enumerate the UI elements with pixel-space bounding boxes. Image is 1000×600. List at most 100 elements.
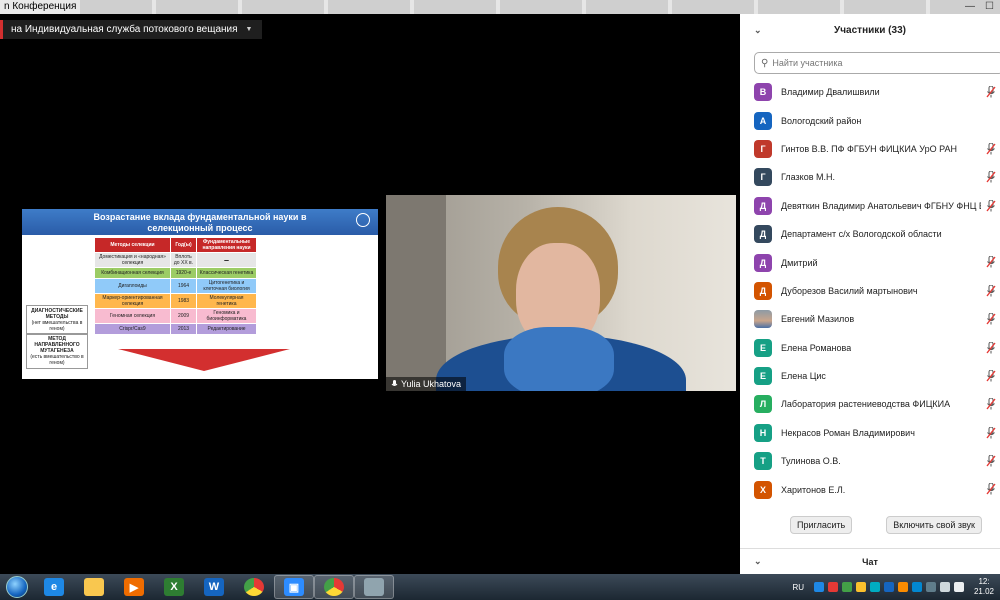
tray-app-icon[interactable] <box>926 582 936 592</box>
participants-panel: ⌄ Участники (33) ⚲ В Владимир Двалишвили А… <box>740 14 1000 574</box>
tray-app-icon[interactable] <box>856 582 866 592</box>
tray-app-icon[interactable] <box>814 582 824 592</box>
participant-search[interactable]: ⚲ <box>754 52 1000 74</box>
participant-row[interactable]: Д Департамент с/х Вологодской области <box>740 220 1000 248</box>
mutagenesis-method-box: МЕТОД НАПРАВЛЕННОГО МУТАГЕНЕЗА (есть вме… <box>26 333 88 369</box>
avatar: В <box>754 83 772 102</box>
mic-muted-icon[interactable] <box>986 284 996 297</box>
slide-table: Методы селекции Год(ы) Фундаментальные н… <box>94 237 257 335</box>
chat-header[interactable]: ⌄ Чат <box>740 548 1000 574</box>
taskbar-zoom[interactable]: ▣ <box>274 575 314 599</box>
mic-muted-icon[interactable] <box>986 483 996 495</box>
mic-muted-icon[interactable] <box>986 199 996 212</box>
taskbar-word[interactable]: W <box>194 575 234 599</box>
screen-share-toolbar[interactable]: на Индивидуальная служба потокового веща… <box>0 20 263 39</box>
mic-muted-icon[interactable] <box>986 341 996 354</box>
avatar: Д <box>754 225 772 244</box>
language-indicator[interactable]: RU <box>792 583 804 592</box>
participant-name: Департамент с/х Вологодской области <box>781 229 942 240</box>
participant-row[interactable]: Г Гинтов В.В. ПФ ФГБУН ФИЦКИА УрО РАН <box>740 135 1000 163</box>
chevron-down-icon[interactable]: ▼ <box>246 20 253 39</box>
taskbar-chrome-2[interactable] <box>314 575 354 599</box>
clock[interactable]: 12: 21.02 <box>972 577 996 597</box>
mic-muted-icon[interactable] <box>986 313 996 325</box>
windows-logo-icon <box>6 576 28 598</box>
taskbar-excel[interactable]: X <box>154 575 194 599</box>
speaker-icon[interactable] <box>940 582 950 592</box>
table-header-row: Методы селекции Год(ы) Фундаментальные н… <box>94 237 257 253</box>
media-player-icon: ▶ <box>124 578 144 596</box>
participant-row[interactable]: Д Девяткин Владимир Анатольевич ФГБНУ ФНЦ… <box>740 192 1000 220</box>
taskbar-window[interactable] <box>354 575 394 599</box>
participant-row[interactable]: Н Некрасов Роман Владимирович <box>740 419 1000 447</box>
start-button[interactable] <box>0 574 34 600</box>
mic-muted-icon[interactable] <box>986 142 996 155</box>
avatar: Д <box>754 196 772 215</box>
chevron-down-icon[interactable]: ⌄ <box>754 556 762 567</box>
table-cell: Классическая генетика <box>196 267 257 279</box>
participant-name: Евгений Мазилов <box>781 314 855 325</box>
participant-row[interactable]: Х Харитонов Е.Л. <box>740 475 1000 503</box>
participant-row[interactable]: Д Дмитрий <box>740 248 1000 276</box>
participant-row[interactable]: А Вологодский район <box>740 106 1000 134</box>
participant-name: Владимир Двалишвили <box>781 87 880 98</box>
table-cell: 1920-е <box>170 267 197 279</box>
mic-muted-icon[interactable] <box>986 455 996 467</box>
table-cell: Геномная селекция <box>94 308 171 324</box>
zoom-icon: ▣ <box>284 578 304 596</box>
taskbar-ie[interactable]: e <box>34 575 74 599</box>
participant-name: Харитонов Е.Л. <box>781 484 846 495</box>
mic-muted-icon[interactable] <box>986 171 996 183</box>
taskbar-media[interactable]: ▶ <box>114 575 154 599</box>
mic-muted-icon[interactable] <box>986 369 996 382</box>
tray-app-icon[interactable] <box>828 582 838 592</box>
mic-muted-icon[interactable] <box>986 86 996 98</box>
tray-app-icon[interactable] <box>884 582 894 592</box>
participant-video[interactable]: Yulia Ukhatova <box>386 195 736 391</box>
taskbar-explorer[interactable] <box>74 575 114 599</box>
mic-muted-icon[interactable] <box>986 256 996 268</box>
participant-name: Елена Цис <box>781 371 826 382</box>
tray-app-icon[interactable] <box>870 582 880 592</box>
minimize-icon[interactable]: — <box>965 0 975 14</box>
chevron-down-icon[interactable]: ⌄ <box>754 25 762 36</box>
video-participant-name: Yulia Ukhatova <box>401 379 462 389</box>
avatar: Г <box>754 139 772 158</box>
participants-title: Участники (33) <box>834 24 906 36</box>
participant-row[interactable]: Г Глазков М.Н. <box>740 163 1000 191</box>
down-arrow-shape <box>118 349 290 371</box>
participant-row[interactable]: Л Лаборатория растениеводства ФИЦКИА <box>740 390 1000 418</box>
avatar <box>754 310 772 329</box>
video-name-tag: Yulia Ukhatova <box>386 377 467 391</box>
table-cell: Дигаплоиды <box>94 278 171 294</box>
box-note: (нет вмешательства в геном) <box>31 320 83 332</box>
taskbar-chrome[interactable] <box>234 575 274 599</box>
box-note: (есть вмешательство в геном) <box>30 354 84 366</box>
flag-icon[interactable] <box>954 582 964 592</box>
participant-name: Девяткин Владимир Анатольевич ФГБНУ ФНЦ … <box>781 200 981 211</box>
participant-row[interactable]: В Владимир Двалишвили <box>740 78 1000 106</box>
table-cell: Доместикация и «народная» селекция <box>94 252 171 268</box>
participant-row[interactable]: Е Елена Цис <box>740 362 1000 390</box>
participant-row[interactable]: Д Дуборезов Василий мартынович <box>740 277 1000 305</box>
mic-muted-icon[interactable] <box>986 426 996 439</box>
table-header-cell: Год(ы) <box>170 237 197 253</box>
participant-name: Глазков М.Н. <box>781 172 835 183</box>
participant-row[interactable]: Е Елена Романова <box>740 334 1000 362</box>
participant-row[interactable]: Евгений Мазилов <box>740 305 1000 333</box>
table-cell: Цитогенетика и клеточная биология <box>196 278 257 294</box>
maximize-icon[interactable]: ☐ <box>985 0 994 14</box>
system-tray: RU 12: 21.02 <box>792 574 1000 600</box>
invite-button[interactable]: Пригласить <box>790 516 853 534</box>
browser-tabs[interactable] <box>70 0 1000 14</box>
video-background <box>386 195 446 391</box>
tray-app-icon[interactable] <box>842 582 852 592</box>
participant-list: В Владимир Двалишвили А Вологодский район Г Г… <box>740 78 1000 504</box>
unmute-self-button[interactable]: Включить свой звук <box>886 516 982 534</box>
participant-search-input[interactable] <box>772 58 993 68</box>
diagnostic-methods-box: ДИАГНОСТИЧЕСКИЕ МЕТОДЫ (нет вмешательств… <box>26 305 88 335</box>
tray-app-icon[interactable] <box>898 582 908 592</box>
tray-app-icon[interactable] <box>912 582 922 592</box>
participant-row[interactable]: Т Тулинова О.В. <box>740 447 1000 475</box>
mic-muted-icon[interactable] <box>986 398 996 410</box>
